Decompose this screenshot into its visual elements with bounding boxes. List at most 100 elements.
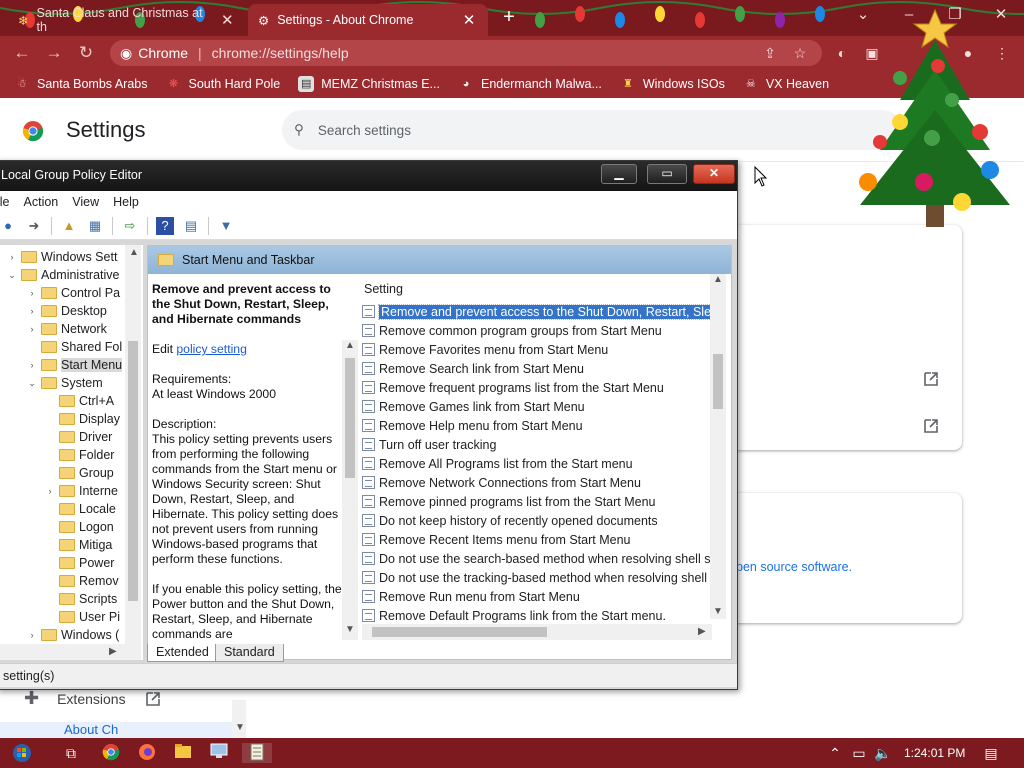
list-horizontal-scrollbar[interactable]: ▶ — [362, 624, 712, 640]
forward-arrow-icon[interactable]: → — [42, 42, 66, 64]
tree-horizontal-scrollbar[interactable]: ▶ — [0, 644, 141, 660]
tree-item[interactable]: › Desktop — [27, 302, 107, 320]
policy-setting-row[interactable]: Do not use the tracking-based method whe… — [362, 568, 710, 587]
tree-item[interactable]: Remov — [45, 572, 119, 590]
policy-setting-row[interactable]: Turn off user tracking — [362, 435, 710, 454]
policy-setting-row[interactable]: Do not keep history of recently opened d… — [362, 511, 710, 530]
tree-item[interactable]: › Start Menu — [27, 356, 123, 374]
help-icon[interactable]: ? — [156, 217, 174, 235]
tree-item[interactable]: ⌄ System — [27, 374, 102, 392]
clock[interactable]: 1:24:01 PM — [904, 746, 965, 760]
description-scrollbar[interactable]: ▲ ▼ — [342, 340, 358, 640]
tree-item[interactable]: › Control Pa — [27, 284, 121, 302]
tree-item[interactable]: Logon — [45, 518, 114, 536]
tree-item[interactable]: Power — [45, 554, 114, 572]
tree-item[interactable]: ⌄ Administrative — [7, 266, 119, 284]
policy-setting-row[interactable]: Remove Default Programs link from the St… — [362, 606, 710, 625]
external-link-icon[interactable] — [922, 417, 940, 435]
chevron-down-icon[interactable]: ⌄ — [27, 378, 37, 389]
up-folder-icon[interactable]: ▲ — [60, 217, 78, 235]
sidebar-scrollbar[interactable]: ▼ — [232, 700, 246, 738]
file-explorer-icon[interactable] — [172, 743, 194, 763]
policy-setting-row[interactable]: Remove Games link from Start Menu — [362, 397, 710, 416]
chevron-right-icon[interactable]: › — [7, 252, 17, 262]
chevron-right-icon[interactable]: › — [27, 360, 37, 370]
policy-setting-row[interactable]: Remove Network Connections from Start Me… — [362, 473, 710, 492]
maximize-button[interactable]: ▭ — [647, 164, 687, 184]
forward-arrow-icon[interactable]: ➜ — [25, 217, 43, 235]
properties-icon[interactable]: ▤ — [182, 217, 200, 235]
tab-settings-about[interactable]: ⚙ Settings - About Chrome ✕ — [248, 4, 488, 36]
bookmark-item[interactable]: ☠ VX Heaven — [743, 76, 829, 92]
group-policy-taskbar-icon[interactable] — [242, 743, 272, 763]
chevron-down-icon[interactable]: ⌄ — [7, 270, 17, 281]
show-hide-tree-icon[interactable]: ▦ — [86, 217, 104, 235]
chevron-right-icon[interactable]: › — [27, 288, 37, 298]
menu-file[interactable]: ile — [0, 195, 10, 209]
tree-item[interactable]: Group — [45, 464, 114, 482]
list-vertical-scrollbar[interactable]: ▲ ▼ — [710, 274, 726, 619]
tree-item[interactable]: Display — [45, 410, 120, 428]
tab-extended[interactable]: Extended — [147, 644, 218, 662]
chevron-right-icon[interactable]: › — [27, 306, 37, 316]
bookmark-item[interactable]: ◕ Endermanch Malwa... — [458, 76, 602, 92]
policy-setting-row[interactable]: Remove Favorites menu from Start Menu — [362, 340, 710, 359]
search-settings-input[interactable]: ⚲ Search settings — [282, 110, 902, 150]
bookmark-item[interactable]: ♜ Windows ISOs — [620, 76, 725, 92]
policy-setting-row[interactable]: Remove frequent programs list from the S… — [362, 378, 710, 397]
remote-desktop-icon[interactable] — [208, 743, 230, 763]
tree-item[interactable]: › Windows ( — [27, 626, 120, 644]
policy-setting-row[interactable]: Do not use the search-based method when … — [362, 549, 710, 568]
close-button[interactable]: ✕ — [693, 164, 735, 184]
tree-item[interactable]: Ctrl+A — [45, 392, 114, 410]
new-tab-button[interactable]: + — [496, 6, 522, 30]
tree-item[interactable]: Folder — [45, 446, 114, 464]
chevron-right-icon[interactable]: › — [27, 324, 37, 334]
policy-setting-row[interactable]: Remove and prevent access to the Shut Do… — [362, 302, 710, 321]
policy-setting-row[interactable]: Remove Recent Items menu from Start Menu — [362, 530, 710, 549]
menu-view[interactable]: View — [72, 195, 99, 209]
bookmark-star-icon[interactable]: ☆ — [790, 43, 810, 63]
volume-icon[interactable]: 🔈 — [872, 743, 894, 763]
start-button-icon[interactable] — [8, 743, 36, 763]
tree-item[interactable]: › Interne — [45, 482, 118, 500]
chevron-up-icon[interactable]: ⌃ — [824, 743, 846, 763]
policy-setting-row[interactable]: Remove Run menu from Start Menu — [362, 587, 710, 606]
policy-setting-row[interactable]: Remove pinned programs list from the Sta… — [362, 492, 710, 511]
policy-setting-row[interactable]: Remove All Programs list from the Start … — [362, 454, 710, 473]
back-arrow-icon[interactable]: ● — [0, 217, 17, 235]
external-link-icon[interactable] — [922, 370, 940, 388]
sidebar-item-extensions[interactable]: ✚ Extensions — [24, 688, 162, 709]
tab-standard[interactable]: Standard — [215, 644, 284, 662]
export-list-icon[interactable]: ⇨ — [121, 217, 139, 235]
task-view-icon[interactable]: ⧉ — [60, 743, 82, 763]
close-tab-icon[interactable]: ✕ — [460, 11, 478, 29]
edit-policy-link[interactable]: policy setting — [176, 342, 246, 356]
tree-vertical-scrollbar[interactable]: ▲ — [125, 245, 141, 645]
minimize-button[interactable]: ▁ — [601, 164, 637, 184]
notifications-icon[interactable]: ▤ — [980, 743, 1002, 763]
address-bar[interactable]: ◉ Chrome | chrome://settings/help — [110, 40, 822, 66]
open-source-software-link[interactable]: pen source software. — [736, 560, 852, 574]
tree-item[interactable]: Scripts — [45, 590, 117, 608]
share-icon[interactable]: ⇪ — [760, 43, 780, 63]
menu-action[interactable]: Action — [24, 195, 59, 209]
column-header-setting[interactable]: Setting — [364, 282, 724, 298]
network-icon[interactable]: ▭ — [848, 743, 870, 763]
reload-icon[interactable]: ↻ — [74, 42, 98, 64]
filter-icon[interactable]: ▼ — [217, 217, 235, 235]
tree-item[interactable]: › Network — [27, 320, 107, 338]
tree-item[interactable]: User Pi — [45, 608, 120, 626]
tree-item[interactable]: Driver — [45, 428, 112, 446]
chevron-right-icon[interactable]: › — [45, 486, 55, 496]
close-tab-icon[interactable]: ✕ — [219, 11, 236, 29]
tree-item[interactable]: Shared Fol — [27, 338, 122, 356]
tree-item[interactable]: › Windows Sett — [7, 248, 118, 266]
chevron-right-icon[interactable]: › — [27, 630, 37, 640]
tab-santa-claus[interactable]: ❄ Santa Claus and Christmas at th ✕ — [8, 4, 246, 36]
tree-item[interactable]: Mitiga — [45, 536, 112, 554]
tree-item[interactable]: Locale — [45, 500, 116, 518]
bookmark-item[interactable]: ❋ South Hard Pole — [165, 76, 280, 92]
policy-setting-row[interactable]: Remove common program groups from Start … — [362, 321, 710, 340]
gpo-titlebar[interactable]: Local Group Policy Editor ▁ ▭ ✕ — [0, 161, 737, 191]
